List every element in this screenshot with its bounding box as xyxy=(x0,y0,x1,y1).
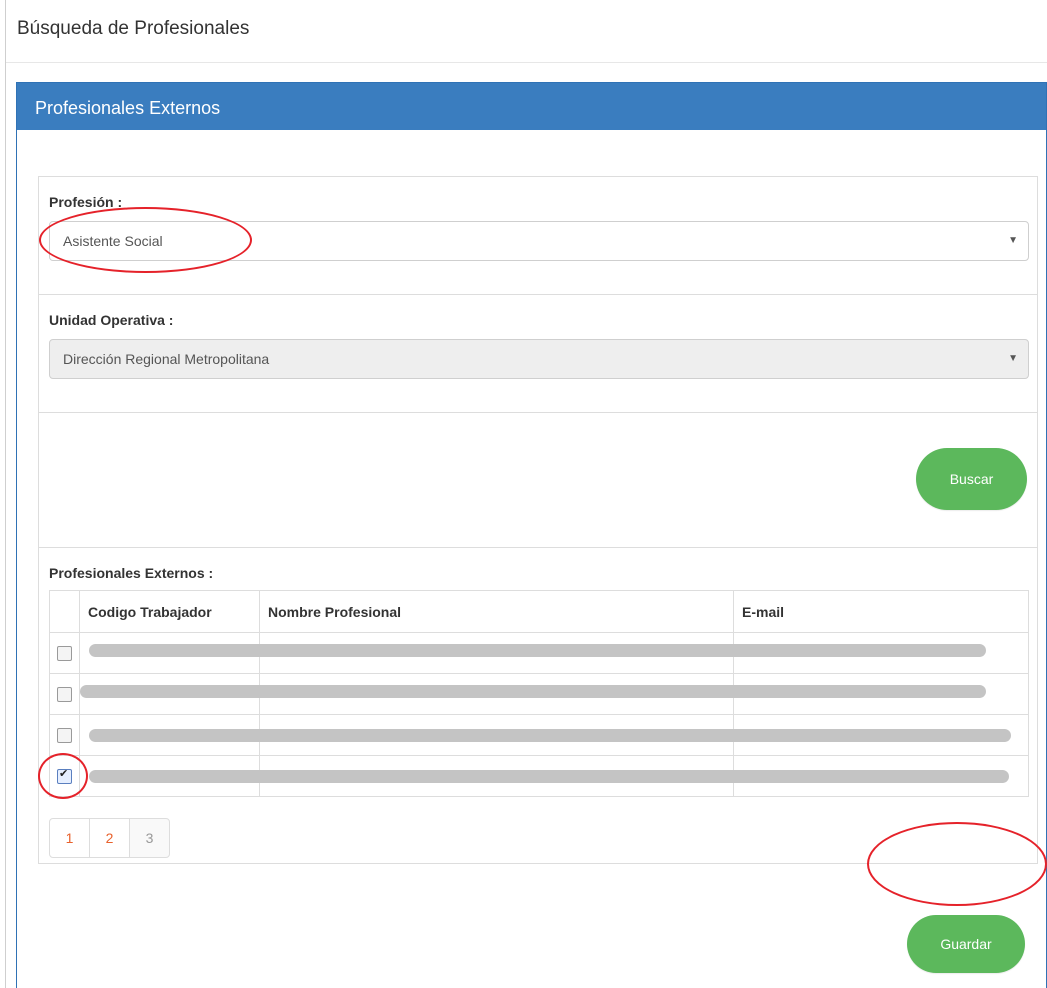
row-checkbox[interactable] xyxy=(57,646,72,662)
table-header-row: Codigo Trabajador Nombre Profesional E-m… xyxy=(49,590,1029,633)
redaction-bar xyxy=(89,729,1011,742)
annotation-ellipse-profesion xyxy=(39,207,252,273)
chevron-down-icon: ▼ xyxy=(1008,353,1018,364)
redaction-bar xyxy=(89,770,1009,783)
buscar-button[interactable]: Buscar xyxy=(916,448,1027,510)
unidad-section: Unidad Operativa : Dirección Regional Me… xyxy=(38,294,1038,412)
page-link-3[interactable]: 3 xyxy=(129,818,170,858)
results-label: Profesionales Externos : xyxy=(49,565,214,581)
row-select-cell xyxy=(49,632,80,674)
page-link-2[interactable]: 2 xyxy=(89,818,130,858)
chevron-down-icon: ▼ xyxy=(1008,235,1018,246)
annotation-ellipse-guardar xyxy=(867,822,1047,906)
profesion-label: Profesión : xyxy=(49,194,123,210)
header-nombre: Nombre Profesional xyxy=(259,590,734,633)
header-codigo: Codigo Trabajador xyxy=(79,590,260,633)
unidad-label: Unidad Operativa : xyxy=(49,312,174,328)
header-select xyxy=(49,590,80,633)
pagination: 1 2 3 xyxy=(49,818,170,858)
title-divider xyxy=(6,62,1047,63)
results-section: Profesionales Externos : Codigo Trabajad… xyxy=(38,547,1038,864)
page-title: Búsqueda de Profesionales xyxy=(17,18,250,39)
panel-title: Profesionales Externos xyxy=(35,98,221,118)
guardar-button[interactable]: Guardar xyxy=(907,915,1025,973)
row-select-cell xyxy=(49,714,80,756)
annotation-ellipse-checkbox xyxy=(38,753,88,799)
redaction-bar xyxy=(89,644,986,657)
left-border xyxy=(5,0,6,988)
unidad-select[interactable]: Dirección Regional Metropolitana ▼ xyxy=(49,339,1029,379)
search-section: Buscar xyxy=(38,412,1038,547)
unidad-selected-value: Dirección Regional Metropolitana xyxy=(63,351,270,367)
row-checkbox[interactable] xyxy=(57,728,72,744)
panel-heading: Profesionales Externos xyxy=(17,83,1046,130)
row-checkbox[interactable] xyxy=(57,687,72,703)
redaction-bar xyxy=(80,685,986,698)
page-link-1[interactable]: 1 xyxy=(49,818,90,858)
row-select-cell xyxy=(49,673,80,715)
header-email: E-mail xyxy=(733,590,1029,633)
